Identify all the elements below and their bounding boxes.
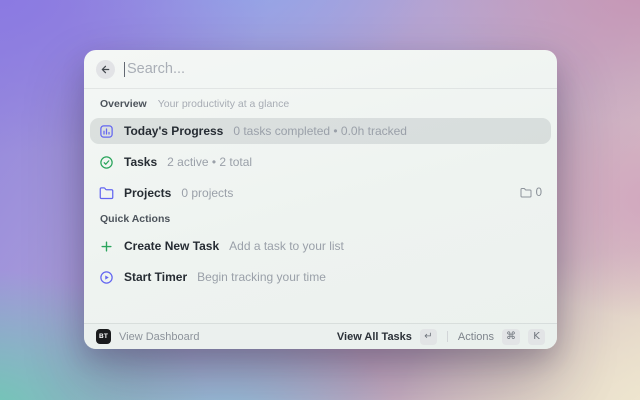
project-count-badge: 0 bbox=[520, 187, 542, 199]
row-title: Projects bbox=[124, 186, 171, 200]
search-bar: Search... bbox=[84, 50, 557, 89]
row-subtitle: Add a task to your list bbox=[229, 239, 344, 253]
search-placeholder: Search... bbox=[127, 61, 185, 77]
footer-bar: BT View Dashboard View All Tasks ↵ Actio… bbox=[84, 323, 557, 349]
row-title: Tasks bbox=[124, 155, 157, 169]
back-button[interactable] bbox=[96, 60, 115, 79]
bar-chart-icon bbox=[99, 124, 114, 139]
section-header-overview: Overview Your productivity at a glance bbox=[90, 98, 551, 113]
result-row-create-new-task[interactable]: Create New Task Add a task to your list bbox=[90, 233, 551, 259]
section-label: Quick Actions bbox=[100, 213, 170, 225]
k-key-icon: K bbox=[528, 329, 545, 345]
arrow-left-icon bbox=[100, 64, 111, 75]
text-caret bbox=[124, 62, 125, 77]
play-circle-icon bbox=[99, 270, 114, 285]
command-key-icon: ⌘ bbox=[502, 329, 520, 345]
search-input[interactable]: Search... bbox=[124, 61, 545, 77]
folder-icon bbox=[99, 186, 114, 201]
section-header-quick-actions: Quick Actions bbox=[90, 213, 551, 228]
view-dashboard-label[interactable]: View Dashboard bbox=[119, 331, 200, 343]
actions-button[interactable]: Actions bbox=[458, 331, 494, 343]
row-subtitle: 0 tasks completed • 0.0h tracked bbox=[233, 124, 407, 138]
command-palette-window: Search... Overview Your productivity at … bbox=[84, 50, 557, 349]
plus-icon bbox=[99, 239, 114, 254]
result-row-todays-progress[interactable]: Today's Progress 0 tasks completed • 0.0… bbox=[90, 118, 551, 144]
view-all-tasks-button[interactable]: View All Tasks bbox=[337, 331, 412, 343]
row-subtitle: 2 active • 2 total bbox=[167, 155, 252, 169]
check-circle-icon bbox=[99, 155, 114, 170]
section-subtitle: Your productivity at a glance bbox=[158, 98, 290, 110]
folder-small-icon bbox=[520, 187, 532, 199]
footer-divider bbox=[447, 331, 448, 342]
app-logo: BT bbox=[96, 329, 111, 344]
row-subtitle: 0 projects bbox=[181, 186, 233, 200]
result-row-tasks[interactable]: Tasks 2 active • 2 total bbox=[90, 149, 551, 175]
row-title: Today's Progress bbox=[124, 124, 223, 138]
results-list: Overview Your productivity at a glance T… bbox=[84, 89, 557, 323]
result-row-start-timer[interactable]: Start Timer Begin tracking your time bbox=[90, 264, 551, 290]
row-title: Start Timer bbox=[124, 270, 187, 284]
row-subtitle: Begin tracking your time bbox=[197, 270, 326, 284]
project-count-value: 0 bbox=[536, 187, 542, 199]
row-title: Create New Task bbox=[124, 239, 219, 253]
result-row-projects[interactable]: Projects 0 projects 0 bbox=[90, 180, 551, 206]
section-label: Overview bbox=[100, 98, 147, 110]
return-key-icon: ↵ bbox=[420, 329, 437, 345]
